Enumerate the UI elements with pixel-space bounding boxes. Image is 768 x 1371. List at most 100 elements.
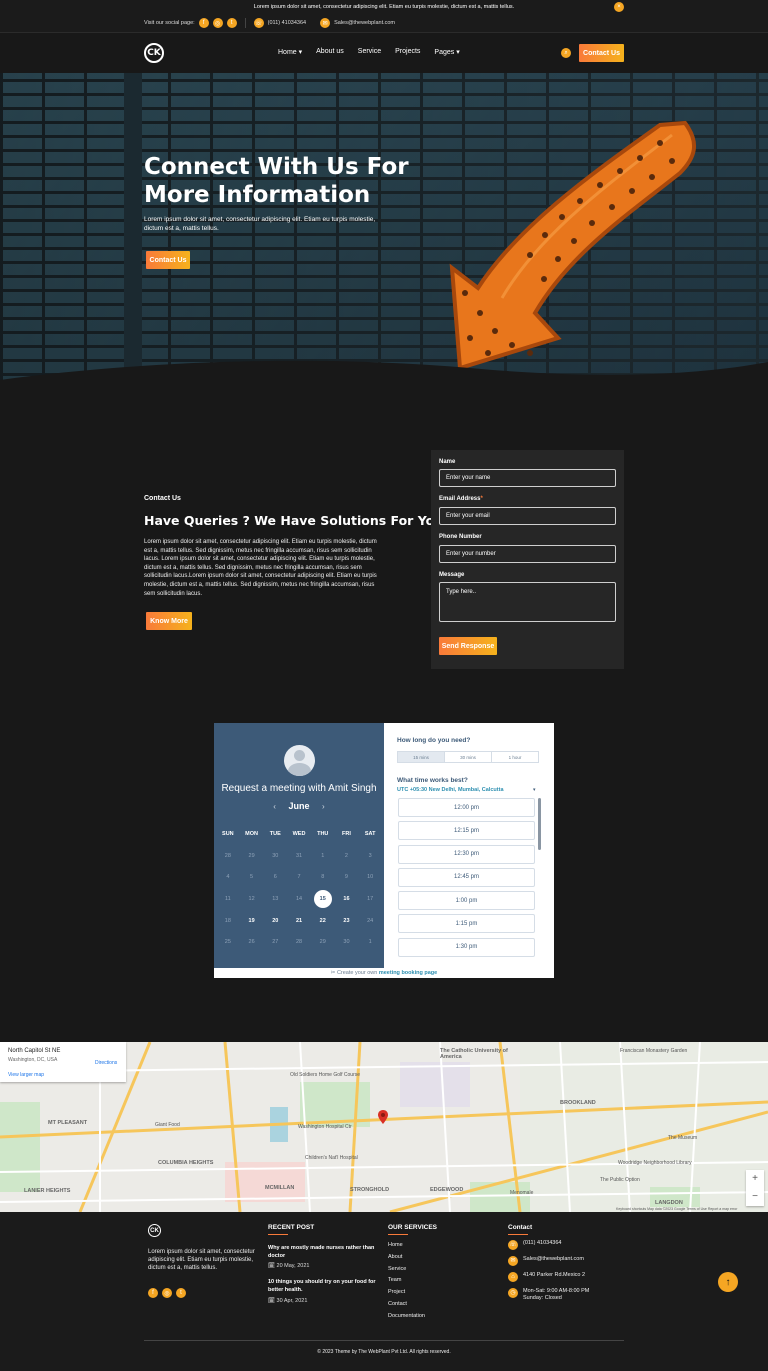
prev-month-icon[interactable]: ‹ [273,802,276,811]
instagram-icon[interactable]: ◎ [212,18,223,28]
twitter-icon[interactable]: t [176,1288,186,1298]
footer-phone-text[interactable]: (011) 41034364 [523,1240,561,1247]
zoom-in-button[interactable]: + [746,1170,764,1188]
facebook-icon[interactable]: f [198,18,209,28]
directions-link[interactable]: Directions [95,1060,117,1066]
calendar-day[interactable]: 20 [263,918,287,924]
map-label: The Catholic University of America [440,1048,508,1060]
footer-service-link[interactable]: About [388,1254,425,1266]
time-slot[interactable]: 1:15 pm [398,914,535,934]
map-info-card: North Capitol St NE Washington, DC, USA … [0,1042,126,1082]
name-input[interactable]: Enter your name [439,469,616,487]
booking-footer: ✂ Create your own meeting booking page [330,970,438,976]
email-input[interactable]: Enter your email [439,507,616,525]
footer-service-link[interactable]: Project [388,1289,425,1301]
site-logo[interactable]: CK [144,43,164,63]
send-response-button[interactable]: Send Response [439,637,497,655]
footer-email-text[interactable]: Sales@thewebplant.com [523,1256,584,1263]
calendar-day-selected[interactable]: 15 [311,889,335,908]
phone-input[interactable]: Enter your number [439,545,616,563]
map-label: EDGEWOOD [430,1187,464,1193]
calendar-day[interactable]: 16 [335,896,359,902]
time-slot[interactable]: 12:30 pm [398,844,535,864]
calendar-day[interactable]: 19 [240,918,264,924]
time-slot[interactable]: 12:15 pm [398,821,535,841]
topbar-phone[interactable]: (011) 41034364 [268,20,306,26]
facebook-icon[interactable]: f [148,1288,158,1298]
time-slot[interactable]: 1:00 pm [398,891,535,911]
nav-item-service[interactable]: Service [358,48,381,56]
post-title[interactable]: Why are mostly made nurses rather than d… [268,1245,378,1260]
duration-option[interactable]: 15 mins [398,752,445,762]
close-icon[interactable]: × [614,2,624,12]
instagram-icon[interactable]: ◎ [162,1288,172,1298]
nav-contact-button[interactable]: Contact Us [579,44,624,62]
duration-question: How long do you need? [397,737,471,744]
zoom-out-button[interactable]: − [746,1188,764,1206]
chevron-down-icon[interactable]: ▾ [533,787,536,793]
map-label: Menomale [510,1190,534,1196]
nav-item-pages[interactable]: Pages ▾ [434,48,459,56]
slot-scrollbar[interactable] [538,798,541,850]
map-attribution[interactable]: Keyboard shortcuts Map data ©2023 Google… [616,1207,737,1211]
location-map[interactable]: The Catholic University of America Franc… [0,1042,768,1212]
calendar-day-number: 1 [321,852,325,859]
nav-item-projects[interactable]: Projects [395,48,420,56]
calendar-day: 8 [311,874,335,880]
calendar-day: 1 [358,939,382,945]
booking-page-link[interactable]: meeting booking page [379,970,437,976]
map-pin-icon[interactable] [378,1110,388,1124]
calendar-day-number: 8 [321,874,325,881]
footer-service-link[interactable]: Contact [388,1301,425,1313]
calendar-day-number: 10 [367,874,374,881]
timezone-select[interactable]: UTC +05:30 New Delhi, Mumbai, Calcutta [397,787,537,793]
avatar-head [294,750,305,761]
footer-about: Lorem ipsum dolor sit amet, consectetur … [148,1249,255,1271]
nav-item-home[interactable]: Home ▾ [278,48,302,56]
weekday-label: THU [317,830,329,837]
contact-heading: Contact [508,1224,532,1235]
footer-service-link[interactable]: Service [388,1266,425,1278]
back-to-top-button[interactable]: ↑ [718,1272,738,1292]
weekday-label: SUN [222,830,234,837]
time-slot[interactable]: 1:30 pm [398,937,535,957]
footer-service-link[interactable]: Documentation [388,1313,425,1325]
post-date: 🗓 30 Apr, 2021 [268,1298,308,1304]
announcement-text: Lorem ipsum dolor sit amet, consectetur … [253,4,515,10]
calendar-day-number: 24 [367,917,374,924]
post-date: 🗓 20 May, 2021 [268,1263,310,1269]
duration-option[interactable]: 1 hour [492,752,538,762]
nav-item-about[interactable]: About us [316,48,344,56]
month-selector: ‹ June › [214,801,384,811]
twitter-icon[interactable]: t [226,18,237,28]
footer-logo[interactable]: CK [148,1224,161,1237]
map-label: Washington Hospital Ctr [298,1124,352,1130]
hero-wave-divider [0,360,768,390]
time-slot[interactable]: 12:45 pm [398,867,535,887]
calendar-day[interactable]: 21 [287,918,311,924]
calendar-day[interactable]: 22 [311,918,335,924]
nav-menu: Home ▾ About us Service Projects Pages ▾ [278,48,460,56]
calendar-day: 4 [216,874,240,880]
hero-contact-button[interactable]: Contact Us [146,251,190,269]
know-more-button[interactable]: Know More [146,612,192,630]
map-label: Old Soldiers Home Golf Course [290,1072,361,1078]
calendar-day-number: 23 [343,917,350,924]
message-textarea[interactable]: Type here.. [439,582,616,622]
footer-service-link[interactable]: Team [388,1277,425,1289]
post-title[interactable]: 10 things you should try on your food fo… [268,1279,378,1294]
footer-address: ⌂ 4140 Parker Rd.Mexico 2 [508,1272,585,1282]
footer-service-link[interactable]: Home [388,1242,425,1254]
calendar-day[interactable]: 23 [335,918,359,924]
contact-section-text: Lorem ipsum dolor sit amet, consectetur … [144,539,377,597]
view-larger-map-link[interactable]: View larger map [8,1072,44,1078]
search-icon[interactable]: ⌕ [561,48,571,58]
services-list: Home About Service Team Project Contact Docume… [388,1242,425,1325]
topbar-email[interactable]: Sales@thewebplant.com [334,20,395,26]
time-slot-list: 12:00 pm 12:15 pm 12:30 pm 12:45 pm 1:00 pm 1… [398,798,535,961]
next-month-icon[interactable]: › [322,802,325,811]
map-label: MCMILLAN [265,1185,295,1191]
calendar-week: 11 12 13 14 15 16 17 [216,888,382,910]
duration-option[interactable]: 30 mins [445,752,492,762]
time-slot[interactable]: 12:00 pm [398,798,535,817]
